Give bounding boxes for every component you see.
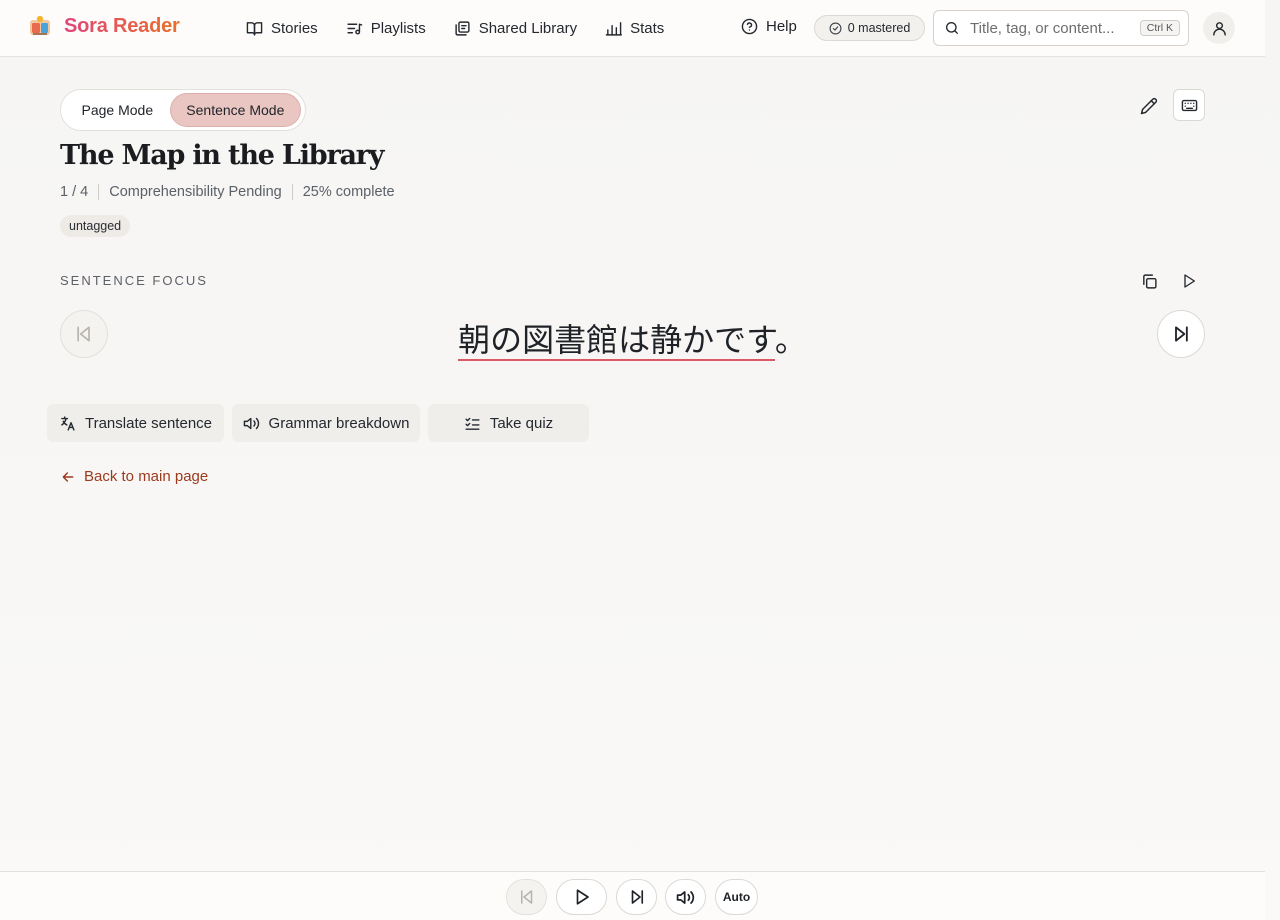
help-label: Help — [766, 18, 797, 35]
story-tag[interactable]: untagged — [60, 215, 131, 237]
top-navigation: Sora Reader Stories Playlists Shared Lib… — [0, 0, 1265, 57]
keyboard-icon — [1181, 97, 1198, 114]
grammar-breakdown-button[interactable]: Grammar breakdown — [232, 404, 420, 442]
list-music-icon — [346, 20, 363, 37]
app-title: Sora Reader — [64, 14, 180, 37]
search-shortcut: Ctrl K — [1139, 20, 1180, 36]
player-volume-button[interactable] — [665, 879, 706, 915]
sentence-phrase[interactable]: 朝の図書館は静かです — [458, 321, 775, 361]
meta-divider — [98, 184, 100, 200]
nav-label: Stats — [630, 20, 665, 37]
nav-label: Shared Library — [478, 20, 578, 37]
speaker-icon — [243, 415, 260, 432]
copy-icon — [1141, 273, 1158, 290]
take-quiz-button[interactable]: Take quiz — [428, 404, 589, 442]
audio-player-bar: Auto — [0, 871, 1265, 920]
skip-forward-icon — [1171, 324, 1191, 344]
logo-icon — [28, 14, 52, 38]
user-avatar[interactable] — [1203, 12, 1235, 44]
focused-sentence: 朝の図書館は静かです。 — [0, 318, 1265, 362]
player-next-button[interactable] — [616, 879, 657, 915]
nav-item-stories[interactable]: Stories — [246, 20, 318, 37]
sentence-focus-label: SENTENCE FOCUS — [60, 273, 208, 288]
nav-label: Playlists — [370, 20, 426, 37]
search-icon — [944, 20, 960, 36]
volume-icon — [676, 888, 695, 907]
play-sentence-audio-button[interactable] — [1177, 269, 1201, 293]
story-title: The Map in the Library — [60, 140, 384, 171]
chart-icon — [605, 20, 623, 37]
pencil-icon — [1140, 97, 1158, 115]
next-sentence-button[interactable] — [1157, 310, 1205, 358]
play-icon — [1181, 273, 1197, 289]
check-circle-icon — [829, 22, 842, 35]
sentence-mode-button[interactable]: Sentence Mode — [169, 93, 301, 127]
back-to-main-link[interactable]: Back to main page — [60, 468, 208, 485]
play-icon — [573, 888, 591, 906]
action-label: Grammar breakdown — [268, 414, 410, 432]
book-open-icon — [246, 20, 263, 37]
nav-item-stats[interactable]: Stats — [605, 20, 664, 37]
edit-story-button[interactable] — [1136, 93, 1162, 119]
story-meta: 1 / 4 Comprehensibility Pending 25% comp… — [60, 184, 395, 200]
player-previous-button[interactable] — [506, 879, 547, 915]
mastered-badge[interactable]: 0 mastered — [814, 15, 925, 41]
comprehensibility-status: Comprehensibility Pending — [109, 184, 282, 200]
player-auto-button[interactable]: Auto — [715, 879, 758, 915]
help-link[interactable]: Help — [741, 18, 797, 35]
search-box[interactable]: Ctrl K — [933, 10, 1189, 46]
sentence-position: 1 / 4 — [60, 184, 89, 200]
progress-text: 25% complete — [302, 184, 395, 200]
player-play-button[interactable] — [556, 879, 607, 915]
nav-item-playlists[interactable]: Playlists — [346, 20, 426, 37]
reading-mode-toggle: Page Mode Sentence Mode — [60, 89, 306, 131]
keyboard-shortcuts-button[interactable] — [1173, 89, 1205, 121]
back-label: Back to main page — [84, 468, 209, 485]
action-label: Translate sentence — [84, 414, 213, 432]
user-icon — [1211, 20, 1228, 37]
skip-back-icon — [518, 888, 536, 906]
arrow-left-icon — [60, 469, 76, 485]
nav-item-shared-library[interactable]: Shared Library — [454, 20, 577, 37]
sentence-actions: Translate sentence Grammar breakdown Tak… — [47, 404, 589, 442]
list-checks-icon — [464, 415, 481, 432]
page-mode-button[interactable]: Page Mode — [65, 93, 170, 127]
mastered-count: 0 mastered — [847, 21, 911, 35]
action-label: Take quiz — [489, 414, 554, 432]
nav-label: Stories — [271, 20, 318, 37]
search-input[interactable] — [970, 19, 1130, 37]
main-nav: Stories Playlists Shared Library Stats — [246, 0, 664, 57]
translate-sentence-button[interactable]: Translate sentence — [47, 404, 224, 442]
translate-icon — [59, 415, 76, 432]
help-icon — [741, 18, 758, 35]
brand[interactable]: Sora Reader — [28, 14, 180, 38]
skip-forward-icon — [628, 888, 646, 906]
copy-sentence-button[interactable] — [1137, 269, 1161, 293]
sentence-punctuation: 。 — [774, 321, 807, 359]
library-icon — [454, 20, 471, 37]
meta-divider — [291, 184, 293, 200]
